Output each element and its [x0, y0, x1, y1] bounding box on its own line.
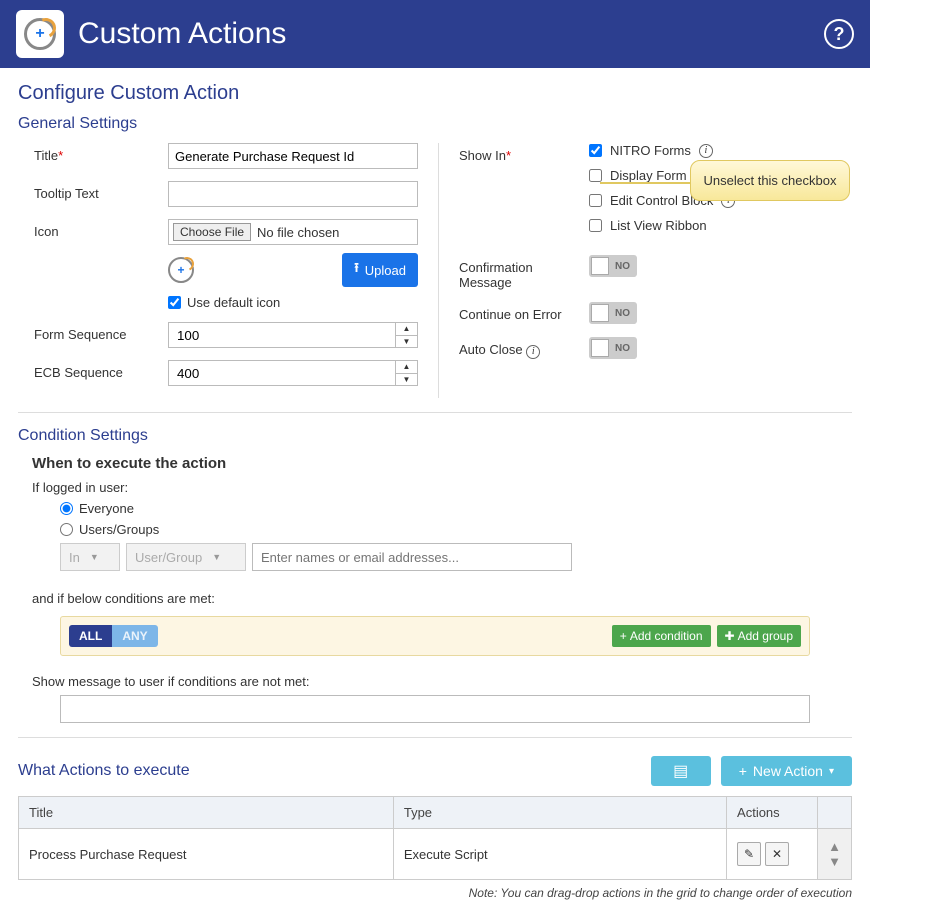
if-logged-in-label: If logged in user: [32, 480, 852, 495]
form-sequence-label: Form Sequence [18, 322, 168, 342]
table-row[interactable]: Process Purchase Request Execute Script … [19, 829, 852, 880]
app-logo: + [16, 10, 64, 58]
condition-settings-heading: Condition Settings [18, 427, 852, 445]
info-icon[interactable]: i [699, 144, 713, 158]
display-form-checkbox[interactable] [589, 169, 602, 182]
names-input[interactable] [252, 543, 572, 571]
autoclose-label: Auto Close i [459, 337, 589, 359]
header-title: Custom Actions [78, 17, 286, 51]
caret-down-icon: ▾ [829, 766, 834, 777]
usergroup-dropdown[interactable]: User/Group▼ [126, 543, 246, 571]
users-groups-radio[interactable] [60, 523, 73, 536]
header-bar: + Custom Actions ? [0, 0, 870, 68]
callout-annotation: Unselect this checkbox [690, 160, 850, 201]
scroll-col [818, 797, 852, 829]
grid-note: Note: You can drag-drop actions in the g… [18, 886, 852, 900]
show-message-input[interactable] [60, 695, 810, 723]
pencil-icon: ✎ [744, 847, 754, 861]
col-actions: Actions [727, 797, 818, 829]
show-in-label: Show In* [459, 143, 589, 163]
info-icon[interactable]: i [526, 345, 540, 359]
ecb-sequence-label: ECB Sequence [18, 360, 168, 380]
choose-file-button[interactable]: Choose File [173, 223, 251, 241]
upload-icon: ⭱ [354, 259, 359, 281]
list-icon-button[interactable]: ▤ [651, 756, 711, 786]
use-default-icon-checkbox[interactable] [168, 296, 181, 309]
page-title: Configure Custom Action [18, 82, 852, 105]
everyone-radio[interactable] [60, 502, 73, 515]
file-input[interactable]: Choose File No file chosen [168, 219, 418, 245]
actions-heading: What Actions to execute [18, 762, 190, 780]
row-title: Process Purchase Request [19, 829, 394, 880]
confirmation-label: Confirmation Message [459, 255, 589, 290]
upload-button[interactable]: ⭱Upload [342, 253, 418, 287]
new-action-button[interactable]: +New Action▾ [721, 756, 852, 786]
icon-label: Icon [18, 219, 168, 239]
continue-toggle[interactable]: NO [589, 302, 637, 324]
condition-box: ALL ANY +Add condition ✚Add group [60, 616, 810, 656]
actions-grid: Title Type Actions Process Purchase Requ… [18, 796, 852, 880]
add-group-button[interactable]: ✚Add group [717, 625, 801, 647]
title-label: Title* [18, 143, 168, 163]
row-type: Execute Script [393, 829, 726, 880]
title-input[interactable] [168, 143, 418, 169]
nitro-forms-checkbox[interactable] [589, 144, 602, 157]
all-any-toggle[interactable]: ALL ANY [69, 625, 158, 647]
close-icon: ✕ [772, 847, 782, 861]
help-icon[interactable]: ? [824, 19, 854, 49]
tooltip-input[interactable] [168, 181, 418, 207]
plus-circle-icon: ✚ [725, 629, 735, 643]
form-sequence-input[interactable] [168, 322, 396, 348]
ecb-checkbox[interactable] [589, 194, 602, 207]
general-settings-heading: General Settings [18, 115, 852, 133]
list-icon: ▤ [673, 761, 688, 781]
show-message-label: Show message to user if conditions are n… [32, 674, 838, 689]
plus-icon: + [739, 763, 747, 779]
tooltip-label: Tooltip Text [18, 181, 168, 201]
confirmation-toggle[interactable]: NO [589, 255, 637, 277]
edit-row-button[interactable]: ✎ [737, 842, 761, 866]
scroll-arrows[interactable]: ▲▼ [818, 829, 852, 880]
when-execute-heading: When to execute the action [32, 455, 852, 472]
form-sequence-spinner[interactable]: ▲▼ [396, 322, 418, 348]
plus-icon: + [620, 629, 627, 643]
and-if-label: and if below conditions are met: [32, 591, 852, 606]
col-title[interactable]: Title [19, 797, 394, 829]
add-condition-button[interactable]: +Add condition [612, 625, 711, 647]
ribbon-checkbox[interactable] [589, 219, 602, 232]
use-default-icon-label: Use default icon [187, 295, 280, 310]
continue-label: Continue on Error [459, 302, 589, 322]
ecb-sequence-spinner[interactable]: ▲▼ [396, 360, 418, 386]
callout-connector [600, 182, 690, 184]
file-status: No file chosen [257, 225, 339, 240]
delete-row-button[interactable]: ✕ [765, 842, 789, 866]
in-dropdown[interactable]: In▼ [60, 543, 120, 571]
autoclose-toggle[interactable]: NO [589, 337, 637, 359]
col-type[interactable]: Type [393, 797, 726, 829]
ecb-sequence-input[interactable] [168, 360, 396, 386]
default-icon-preview: + [168, 257, 194, 283]
